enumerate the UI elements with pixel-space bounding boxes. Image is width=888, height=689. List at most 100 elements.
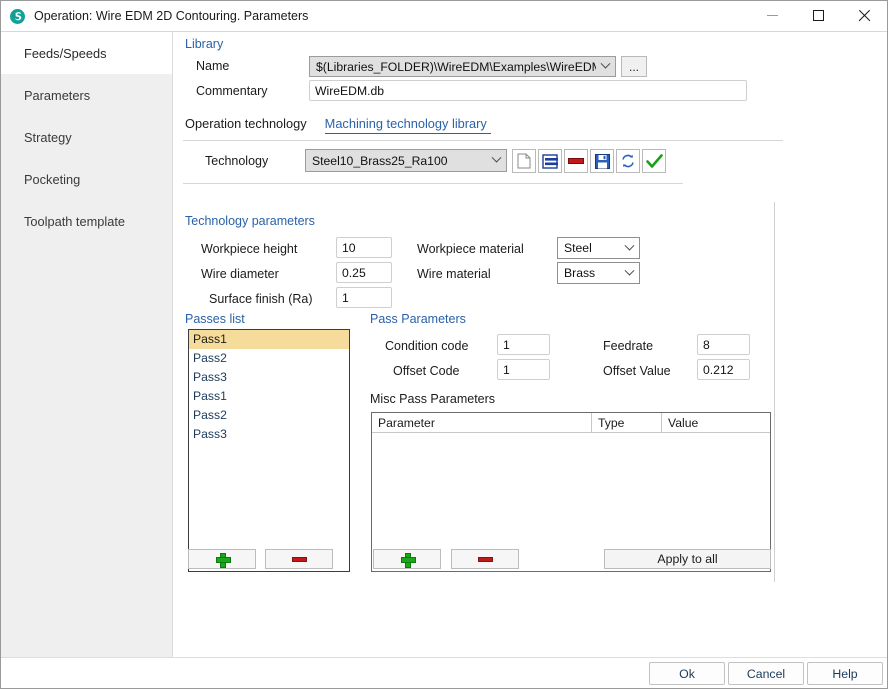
save-icon xyxy=(594,153,610,169)
technology-label: Technology xyxy=(205,154,269,168)
apply-to-all-label: Apply to all xyxy=(657,552,718,566)
library-name-value: $(Libraries_FOLDER)\WireEDM\Examples\Wir… xyxy=(316,59,597,74)
technology-combo[interactable]: Steel10_Brass25_Ra100 xyxy=(305,149,507,172)
library-commentary-label: Commentary xyxy=(196,84,268,98)
sidebar-item-label: Toolpath template xyxy=(24,213,126,229)
column-header-parameter[interactable]: Parameter xyxy=(372,413,592,432)
list-item[interactable]: Pass3 xyxy=(189,425,349,444)
offset-code-label: Offset Code xyxy=(393,364,460,378)
column-header-type[interactable]: Type xyxy=(592,413,662,432)
chevron-down-icon xyxy=(596,57,615,76)
chevron-down-icon xyxy=(619,238,639,258)
help-button[interactable]: Help xyxy=(807,662,883,685)
maximize-button[interactable] xyxy=(795,1,841,31)
minimize-button[interactable] xyxy=(749,1,795,31)
table-header-row: Parameter Type Value xyxy=(372,413,770,433)
apply-to-all-button[interactable]: Apply to all xyxy=(604,549,771,569)
passes-add-button[interactable] xyxy=(188,549,256,569)
divider-technology xyxy=(183,183,683,184)
technology-save-button[interactable] xyxy=(590,149,614,173)
sidebar-item-strategy[interactable]: Strategy xyxy=(1,116,172,158)
workpiece-height-label: Workpiece height xyxy=(201,242,298,256)
apply-check-icon xyxy=(645,153,663,168)
misc-add-button[interactable] xyxy=(373,549,441,569)
technology-value: Steel10_Brass25_Ra100 xyxy=(312,153,448,168)
wire-material-label: Wire material xyxy=(417,267,491,281)
minus-icon xyxy=(291,556,307,562)
feedrate-input[interactable] xyxy=(697,334,750,355)
list-item[interactable]: Pass2 xyxy=(189,349,349,368)
library-name-combo[interactable]: $(Libraries_FOLDER)\WireEDM\Examples\Wir… xyxy=(309,56,616,77)
column-header-value[interactable]: Value xyxy=(662,413,770,432)
workpiece-material-label: Workpiece material xyxy=(417,242,524,256)
sidebar-item-feeds-speeds[interactable]: Feeds/Speeds xyxy=(1,32,172,74)
divider-top xyxy=(183,140,783,141)
workpiece-height-input[interactable] xyxy=(336,237,392,258)
offset-code-input[interactable] xyxy=(497,359,550,380)
sidebar-item-toolpath-template[interactable]: Toolpath template xyxy=(1,200,172,242)
surface-finish-label: Surface finish (Ra) xyxy=(209,292,313,306)
technology-apply-button[interactable] xyxy=(642,149,666,173)
new-document-icon xyxy=(517,153,531,169)
library-commentary-input[interactable] xyxy=(309,80,747,101)
cancel-button[interactable]: Cancel xyxy=(728,662,804,685)
maximize-icon xyxy=(812,10,824,21)
swirl-logo-icon xyxy=(10,8,25,24)
condition-code-input[interactable] xyxy=(497,334,550,355)
tab-machining-technology-library[interactable]: Machining technology library xyxy=(324,116,491,134)
technology-delete-button[interactable] xyxy=(564,149,588,173)
content-pane: Library Name $(Libraries_FOLDER)\WireEDM… xyxy=(174,32,887,658)
title-bar: Operation: Wire EDM 2D Contouring. Param… xyxy=(1,1,887,32)
sidebar-item-label: Strategy xyxy=(24,129,72,145)
sidebar-item-pocketing[interactable]: Pocketing xyxy=(1,158,172,200)
close-button[interactable] xyxy=(841,1,887,31)
minimize-icon xyxy=(766,15,778,16)
workpiece-material-combo[interactable]: Steel xyxy=(557,237,640,259)
dialog-footer: Ok Cancel Help xyxy=(1,657,887,688)
technology-new-button[interactable] xyxy=(512,149,536,173)
list-item[interactable]: Pass2 xyxy=(189,406,349,425)
dialog-window: Operation: Wire EDM 2D Contouring. Param… xyxy=(0,0,888,689)
condition-code-label: Condition code xyxy=(385,339,469,353)
help-label: Help xyxy=(832,666,858,681)
passes-listbox[interactable]: Pass1 Pass2 Pass3 Pass1 Pass2 Pass3 xyxy=(188,329,350,572)
sidebar-item-parameters[interactable]: Parameters xyxy=(1,74,172,116)
surface-finish-input[interactable] xyxy=(336,287,392,308)
wire-diameter-input[interactable] xyxy=(336,262,392,283)
wire-material-combo[interactable]: Brass xyxy=(557,262,640,284)
ok-button[interactable]: Ok xyxy=(649,662,725,685)
cancel-label: Cancel xyxy=(746,666,786,681)
list-item[interactable]: Pass3 xyxy=(189,368,349,387)
misc-pass-parameters-label: Misc Pass Parameters xyxy=(370,392,496,406)
tab-operation-technology[interactable]: Operation technology xyxy=(185,116,311,134)
technology-refresh-button[interactable] xyxy=(616,149,640,173)
wire-material-value: Brass xyxy=(564,266,596,280)
ellipsis-label: ... xyxy=(628,60,639,74)
plus-icon xyxy=(215,552,231,568)
passes-remove-button[interactable] xyxy=(265,549,333,569)
chevron-down-icon xyxy=(486,150,506,171)
sidebar-item-label: Feeds/Speeds xyxy=(24,45,107,61)
ok-label: Ok xyxy=(679,666,695,681)
misc-pass-parameters-table[interactable]: Parameter Type Value xyxy=(371,412,771,572)
close-icon xyxy=(857,9,871,23)
technology-tabs: Operation technology Machining technolog… xyxy=(185,116,505,134)
feedrate-label: Feedrate xyxy=(603,339,654,353)
list-item[interactable]: Pass1 xyxy=(189,387,349,406)
technology-parameters-group-label: Technology parameters xyxy=(185,214,315,228)
offset-value-label: Offset Value xyxy=(603,364,671,378)
misc-remove-button[interactable] xyxy=(451,549,519,569)
offset-value-input[interactable] xyxy=(697,359,750,380)
technology-add-button[interactable] xyxy=(538,149,562,173)
workpiece-material-value: Steel xyxy=(564,241,592,255)
sidebar: Feeds/Speeds Parameters Strategy Pocketi… xyxy=(1,32,173,658)
wire-diameter-label: Wire diameter xyxy=(201,267,279,281)
plus-icon xyxy=(400,552,416,568)
library-name-label: Name xyxy=(196,59,230,73)
delete-record-icon xyxy=(568,158,584,164)
sidebar-item-label: Pocketing xyxy=(24,171,81,187)
chevron-down-icon xyxy=(619,263,639,283)
library-browse-button[interactable]: ... xyxy=(621,56,647,77)
add-record-icon xyxy=(541,153,558,169)
list-item[interactable]: Pass1 xyxy=(189,330,349,349)
